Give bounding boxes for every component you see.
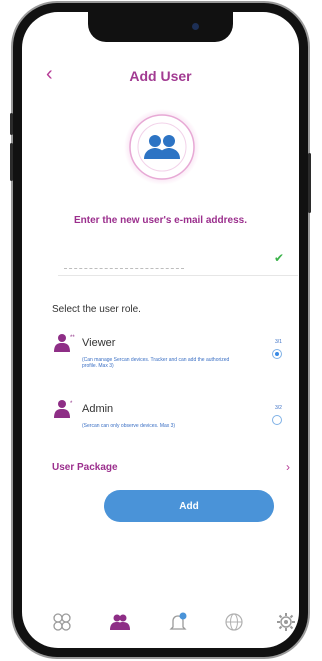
tab-web[interactable] [224, 612, 248, 636]
add-button[interactable]: Add [104, 490, 274, 522]
email-underline [58, 275, 298, 276]
chevron-right-icon: › [286, 460, 290, 474]
role-heading: Select the user role. [52, 304, 141, 315]
svg-text:**: ** [70, 335, 75, 341]
tab-notifications[interactable] [168, 612, 192, 636]
app-header: ‹ Add User [22, 62, 299, 92]
role-radio[interactable] [272, 415, 282, 425]
globe-icon [225, 613, 243, 631]
page-title: Add User [129, 68, 192, 84]
svg-text:*: * [70, 401, 73, 407]
role-option-viewer[interactable]: ** Viewer (Can manage Sercan devices. Tr… [42, 333, 299, 393]
volume-down-button [10, 143, 13, 181]
role-name: Admin [82, 403, 114, 415]
power-button [308, 153, 311, 213]
user-admin-icon: * [54, 400, 73, 418]
gear-icon [277, 613, 295, 631]
user-package-row[interactable]: User Package › [42, 460, 290, 478]
bell-icon [169, 612, 187, 630]
role-option-admin[interactable]: * Admin (Sercan can only observe devices… [42, 399, 299, 459]
user-package-label: User Package [52, 462, 118, 473]
phone-frame: ‹ Add User Enter the new user's e-mail a… [10, 3, 311, 657]
role-count: 3/2 [275, 405, 282, 411]
volume-up-button [10, 113, 13, 135]
email-prompt: Enter the new user's e-mail address. [74, 215, 247, 226]
tab-users[interactable] [110, 612, 134, 636]
role-description: (Can manage Sercan devices. Tracker and … [82, 357, 230, 369]
role-radio[interactable] [272, 349, 282, 359]
camera-icon [192, 23, 199, 30]
role-name: Viewer [82, 337, 116, 349]
users-icon [122, 107, 202, 187]
role-count: 3/1 [275, 339, 282, 345]
tab-bar [22, 612, 299, 642]
notch [88, 12, 233, 42]
users-icon [110, 614, 130, 630]
check-icon: ✔ [274, 251, 285, 265]
role-description: (Sercan can only observe devices. Max 3) [82, 423, 176, 429]
email-field[interactable] [64, 254, 184, 269]
grid-icon [53, 613, 71, 631]
tab-dashboard[interactable] [52, 612, 76, 636]
app-screen: ‹ Add User Enter the new user's e-mail a… [22, 12, 299, 648]
user-viewer-icon: ** [54, 334, 75, 352]
tab-settings[interactable] [276, 612, 299, 636]
